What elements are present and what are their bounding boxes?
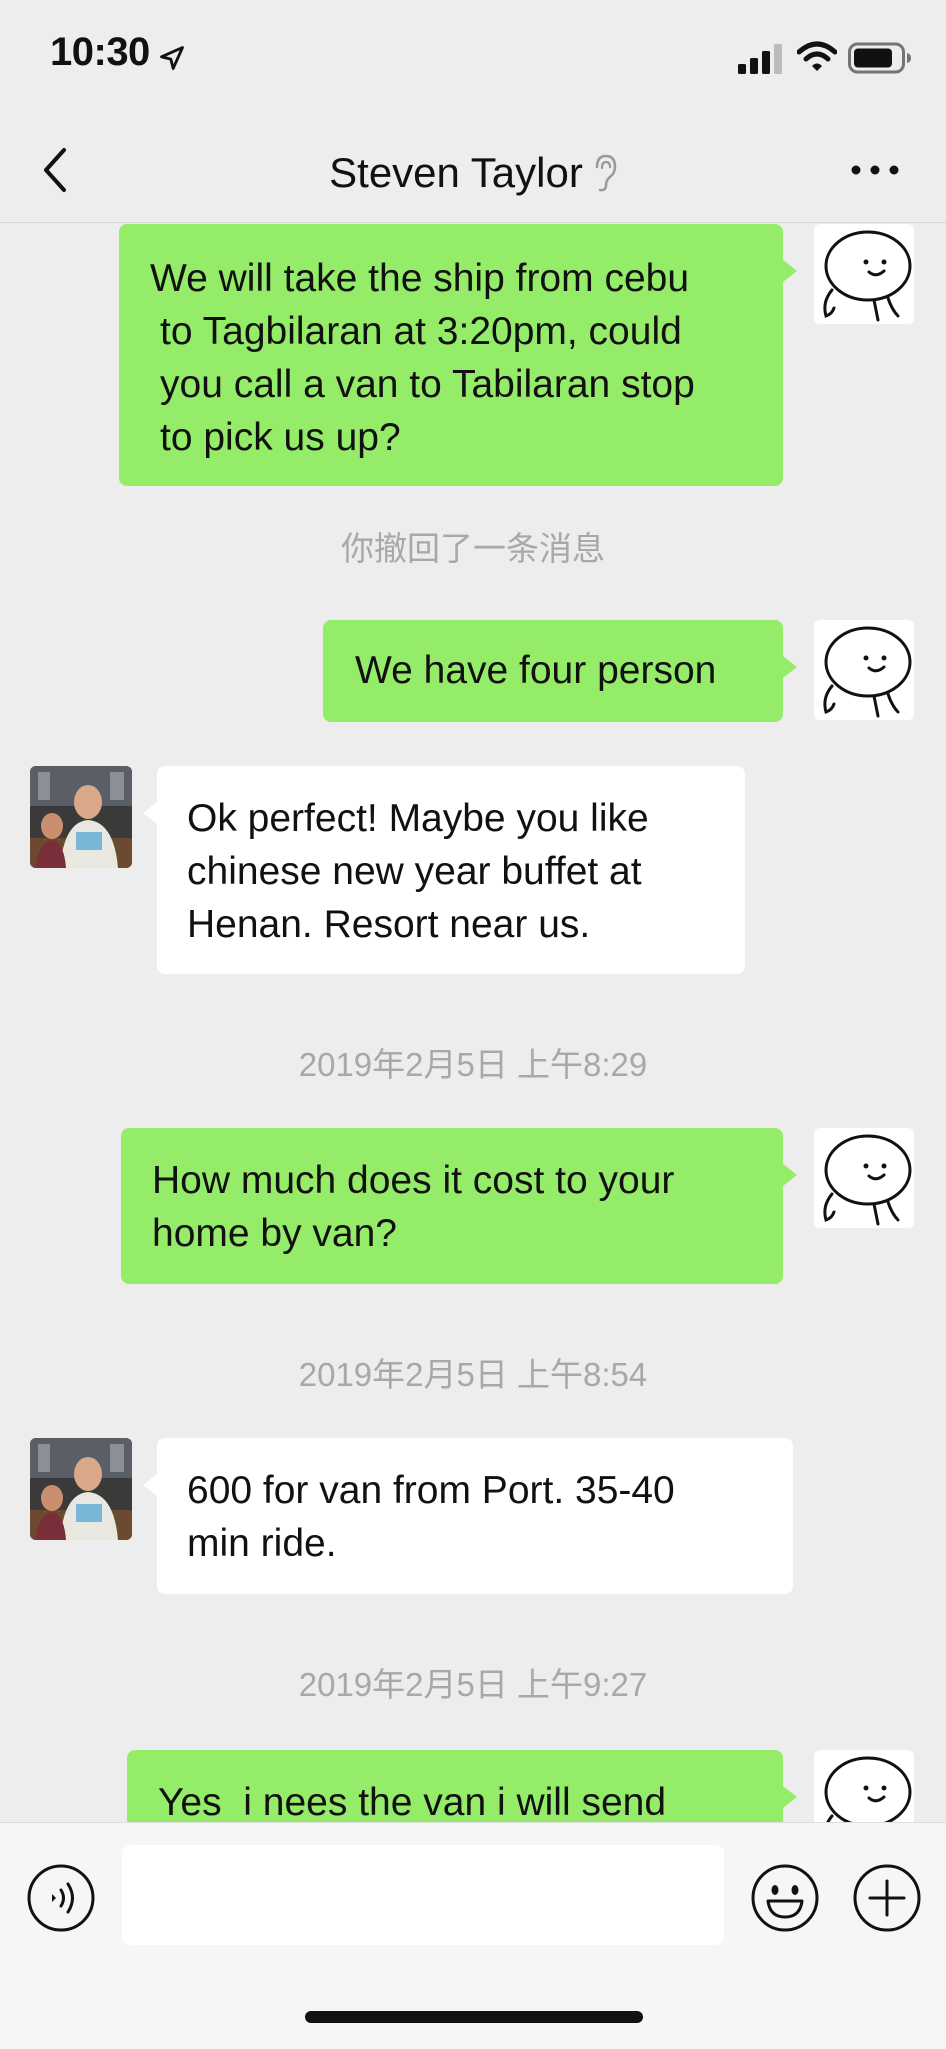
avatar-contact[interactable] bbox=[30, 1438, 132, 1540]
voice-input-icon[interactable] bbox=[26, 1863, 96, 1933]
avatar-self[interactable] bbox=[814, 620, 914, 720]
timestamp: 2019年2月5日 上午9:27 bbox=[298, 1666, 648, 1703]
more-dots-icon[interactable] bbox=[850, 158, 900, 182]
chat-area[interactable]: We will take the ship from cebu to Tagbi… bbox=[0, 222, 946, 1822]
message-bubble-incoming[interactable]: 600 for van from Port. 35-40 min ride. bbox=[143, 1438, 793, 1594]
message-text-line: How much does it cost to your bbox=[152, 1159, 675, 1202]
emoji-icon[interactable] bbox=[750, 1863, 820, 1933]
message-text-line: Yes i nees the van i will send bbox=[158, 1781, 667, 1822]
message-text-line: min ride. bbox=[187, 1522, 337, 1565]
message-bubble-outgoing[interactable]: Yes i nees the van i will send bbox=[127, 1750, 797, 1822]
ear-icon bbox=[595, 154, 617, 192]
timestamp: 2019年2月5日 上午8:54 bbox=[298, 1356, 648, 1393]
message-text-line: 600 for van from Port. 35-40 bbox=[187, 1469, 675, 1512]
message-text-line: home by van? bbox=[152, 1212, 397, 1255]
location-arrow-icon bbox=[160, 46, 184, 70]
message-text-line: to Tagbilaran at 3:20pm, could bbox=[160, 310, 682, 353]
message-text-line: you call a van to Tabilaran stop bbox=[160, 363, 695, 406]
smiley-avatar-icon bbox=[823, 230, 912, 322]
chat-title: Steven Taylor bbox=[329, 148, 583, 196]
message-bubble-incoming[interactable]: Ok perfect! Maybe you like chinese new y… bbox=[143, 766, 745, 974]
recalled-message-notice: 你撤回了一条消息 bbox=[341, 530, 605, 567]
message-text-line: We will take the ship from cebu bbox=[150, 257, 690, 300]
smiley-avatar-icon bbox=[823, 1134, 912, 1226]
message-bubble-outgoing[interactable]: We have four person bbox=[323, 620, 797, 722]
battery-icon bbox=[848, 42, 911, 74]
nav-bar: Steven Taylor bbox=[0, 120, 946, 223]
message-input[interactable] bbox=[122, 1845, 724, 1945]
avatar-contact[interactable] bbox=[30, 766, 132, 868]
status-bar: 10:30 bbox=[0, 0, 946, 120]
message-text-line: chinese new year buffet at bbox=[187, 850, 642, 893]
avatar-self[interactable] bbox=[814, 224, 914, 324]
message-bubble-outgoing[interactable]: We will take the ship from cebu to Tagbi… bbox=[119, 224, 797, 486]
smiley-avatar-icon bbox=[824, 1756, 912, 1822]
smiley-avatar-icon bbox=[823, 626, 912, 718]
message-text-line: Henan. Resort near us. bbox=[187, 903, 591, 946]
contact-photo bbox=[30, 1438, 132, 1540]
message-text-line: We have four person bbox=[355, 649, 717, 692]
avatar-self[interactable] bbox=[814, 1128, 914, 1228]
cellular-signal-icon bbox=[738, 44, 782, 74]
wifi-icon bbox=[797, 41, 837, 71]
home-indicator[interactable] bbox=[305, 2011, 643, 2023]
timestamp: 2019年2月5日 上午8:29 bbox=[298, 1046, 648, 1083]
message-bubble-outgoing[interactable]: How much does it cost to your home by va… bbox=[121, 1128, 797, 1284]
status-time: 10:30 bbox=[50, 30, 150, 74]
contact-photo bbox=[30, 766, 132, 868]
message-text-line: Ok perfect! Maybe you like bbox=[187, 797, 649, 840]
avatar-self[interactable] bbox=[814, 1750, 914, 1822]
input-bar bbox=[0, 1822, 946, 2049]
nav-title-wrap: Steven Taylor bbox=[0, 142, 946, 198]
message-text-line: to pick us up? bbox=[160, 416, 401, 459]
plus-icon[interactable] bbox=[852, 1863, 922, 1933]
